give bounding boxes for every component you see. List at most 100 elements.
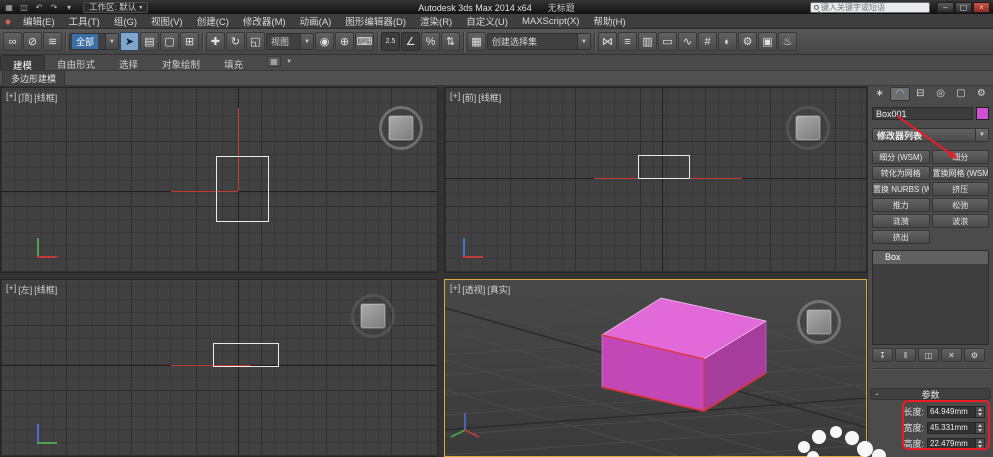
- menu-item-maxscript[interactable]: MAXScript(X): [515, 14, 587, 28]
- search-icon[interactable]: [814, 4, 819, 10]
- viewcube[interactable]: [351, 294, 395, 338]
- viewport-left[interactable]: [+] [左] [线框]: [0, 279, 438, 457]
- pin-stack-icon[interactable]: ↧: [872, 348, 893, 362]
- material-editor-icon[interactable]: ◐: [718, 32, 737, 51]
- menu-item-create[interactable]: 创建(C): [190, 14, 236, 28]
- viewport-name-label[interactable]: [顶]: [18, 91, 32, 104]
- viewcube-cube[interactable]: [806, 309, 832, 335]
- modifier-button-ripple[interactable]: 涟漪: [872, 214, 930, 228]
- close-button[interactable]: ×: [973, 1, 990, 13]
- length-field[interactable]: 64.949mm: [927, 405, 985, 418]
- undo-icon[interactable]: ↶: [33, 2, 45, 13]
- ribbon-tab-modeling[interactable]: 建模: [0, 55, 46, 72]
- percent-snap-icon[interactable]: %: [421, 32, 440, 51]
- save-icon[interactable]: ◫: [18, 2, 30, 13]
- minimize-button[interactable]: –: [937, 1, 954, 13]
- polygon-modeling-panel-tab[interactable]: 多边形建模: [2, 70, 66, 86]
- align-icon[interactable]: ≡: [618, 32, 637, 51]
- mirror-icon[interactable]: ⋈: [598, 32, 617, 51]
- menu-item-group[interactable]: 组(G): [107, 14, 144, 28]
- viewport-menu-button[interactable]: [+]: [450, 91, 460, 104]
- viewport-front[interactable]: [+] [前] [线框]: [444, 87, 867, 273]
- bind-to-space-warp-icon[interactable]: ≋: [43, 32, 62, 51]
- modifier-list-dropdown[interactable]: 修改器列表 ▼: [872, 128, 989, 142]
- modifier-button-wave[interactable]: 波浪: [931, 214, 989, 228]
- height-spinner[interactable]: [975, 438, 984, 449]
- modifier-button-squeeze[interactable]: 挤压: [931, 182, 989, 196]
- selection-filter-dropdown[interactable]: 全部 ▼: [69, 33, 119, 50]
- search-input[interactable]: [821, 2, 926, 12]
- box-wireframe[interactable]: [638, 155, 690, 179]
- spinner-snap-icon[interactable]: ⇅: [441, 32, 460, 51]
- select-and-manipulate-icon[interactable]: ⊕: [335, 32, 354, 51]
- snap-toggle-icon[interactable]: 2.5: [381, 32, 400, 51]
- modifier-button-extrude[interactable]: 挤出: [872, 230, 930, 244]
- modifier-stack[interactable]: Box: [872, 250, 989, 345]
- viewport-name-label[interactable]: [前]: [462, 91, 476, 104]
- viewport-menu-button[interactable]: [+]: [6, 91, 16, 104]
- ribbon-minimize-arrow-icon[interactable]: ▼: [286, 59, 292, 65]
- modifier-button-subdivide[interactable]: 细分: [931, 150, 989, 164]
- motion-tab-icon[interactable]: ◎: [931, 87, 950, 101]
- ribbon-tab-freeform[interactable]: 自由形式: [45, 55, 107, 71]
- height-field[interactable]: 22.479mm: [927, 437, 985, 450]
- history-chevron-icon[interactable]: ▾: [63, 2, 75, 13]
- select-object-icon[interactable]: ➤: [120, 32, 139, 51]
- dropdown-arrow-icon[interactable]: ▼: [300, 34, 313, 49]
- height-value[interactable]: 22.479mm: [928, 439, 975, 448]
- viewport-menu-button[interactable]: [+]: [450, 283, 460, 296]
- display-tab-icon[interactable]: ▢: [951, 87, 970, 101]
- show-end-result-icon[interactable]: ‖: [895, 348, 916, 362]
- viewcube[interactable]: [379, 106, 423, 150]
- object-color-swatch[interactable]: [976, 107, 989, 120]
- hierarchy-tab-icon[interactable]: ⊟: [911, 87, 930, 101]
- redo-icon[interactable]: ↷: [48, 2, 60, 13]
- create-tab-icon[interactable]: ∗: [870, 87, 889, 101]
- viewport-shading-label[interactable]: [线框]: [34, 283, 57, 296]
- viewport-perspective[interactable]: [+] [透视] [真实]: [444, 279, 867, 457]
- remove-modifier-icon[interactable]: ✕: [941, 348, 962, 362]
- parameters-rollout-header[interactable]: - 参数: [870, 388, 991, 400]
- viewcube[interactable]: [786, 106, 830, 150]
- ribbon-overflow-icon[interactable]: ▦: [267, 56, 282, 67]
- modifier-button-displace-mesh-wsm[interactable]: 置换网格 (WSM): [931, 166, 989, 180]
- angle-snap-icon[interactable]: ∠: [401, 32, 420, 51]
- ribbon-toggle-icon[interactable]: ▭: [658, 32, 677, 51]
- menu-item-graph-editors[interactable]: 图形编辑器(D): [338, 14, 413, 28]
- keyboard-override-icon[interactable]: ⌨: [355, 32, 374, 51]
- menu-item-edit[interactable]: 编辑(E): [16, 14, 62, 28]
- menu-item-views[interactable]: 视图(V): [144, 14, 190, 28]
- object-name-field[interactable]: [872, 107, 973, 120]
- scene-explorer-icon[interactable]: ◆: [0, 17, 16, 26]
- length-value[interactable]: 64.949mm: [928, 407, 975, 416]
- modifier-button-displace-nurbs-wsm[interactable]: 置换 NURBS (WSM): [872, 182, 930, 196]
- viewport-shading-label[interactable]: [线框]: [34, 91, 57, 104]
- layer-manager-icon[interactable]: ▥: [638, 32, 657, 51]
- viewcube-cube[interactable]: [388, 115, 414, 141]
- viewport-top[interactable]: [+] [顶] [线框]: [0, 87, 438, 273]
- menu-item-customize[interactable]: 自定义(U): [459, 14, 515, 28]
- use-pivot-center-icon[interactable]: ◉: [315, 32, 334, 51]
- menu-item-tools[interactable]: 工具(T): [62, 14, 107, 28]
- maximize-button[interactable]: ▢: [955, 1, 972, 13]
- viewcube-cube[interactable]: [360, 303, 386, 329]
- viewport-name-label[interactable]: [左]: [18, 283, 32, 296]
- select-and-link-icon[interactable]: ∞: [3, 32, 22, 51]
- viewcube-cube[interactable]: [795, 115, 821, 141]
- dropdown-arrow-icon[interactable]: ▼: [577, 34, 590, 49]
- select-by-name-icon[interactable]: ▤: [140, 32, 159, 51]
- search-box[interactable]: [810, 1, 930, 13]
- configure-modifier-sets-icon[interactable]: ⚙: [964, 348, 985, 362]
- dropdown-arrow-icon[interactable]: ▼: [975, 129, 988, 141]
- render-setup-icon[interactable]: ⚙: [738, 32, 757, 51]
- menu-item-animation[interactable]: 动画(A): [293, 14, 339, 28]
- select-and-move-icon[interactable]: ✚: [206, 32, 225, 51]
- width-value[interactable]: 45.331mm: [928, 423, 975, 432]
- dropdown-arrow-icon[interactable]: ▼: [105, 34, 118, 49]
- collapse-icon[interactable]: -: [871, 389, 883, 399]
- viewcube[interactable]: [797, 300, 841, 344]
- select-and-rotate-icon[interactable]: ↻: [226, 32, 245, 51]
- ribbon-tab-populate[interactable]: 填充: [212, 55, 255, 71]
- window-crossing-icon[interactable]: ⊞: [180, 32, 199, 51]
- modifier-button-push[interactable]: 推力: [872, 198, 930, 212]
